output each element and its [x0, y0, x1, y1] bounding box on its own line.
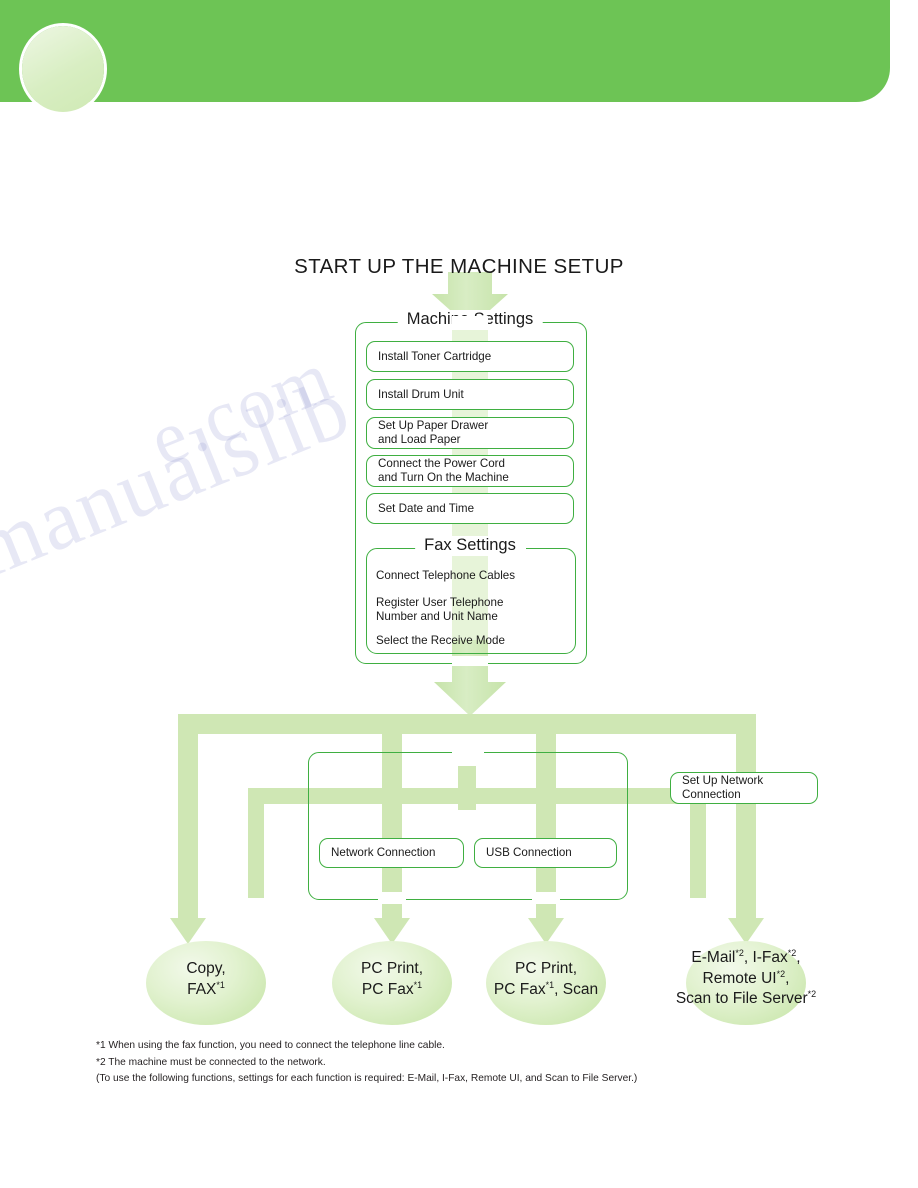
step-label: Connect Telephone Cables	[376, 569, 516, 582]
step-label: USB Connection	[486, 846, 572, 860]
footnote-3: (To use the following functions, setting…	[96, 1073, 638, 1085]
step-box-install-drum-unit[interactable]: Install Drum Unit	[366, 379, 574, 410]
result-label-copy-fax: Copy, FAX*1	[146, 959, 266, 1000]
step-box-set-date-and-time[interactable]: Set Date and Time	[366, 493, 574, 524]
step-label-line1: Connect the Power Cord	[378, 457, 505, 471]
result-line-1: E-Mail*2, I-Fax*2,	[691, 948, 801, 967]
result-line-2: Remote UI*2,	[702, 968, 790, 987]
step-label: Set Date and Time	[378, 501, 475, 515]
step-label-line2: Connection	[682, 788, 741, 801]
result-label-pc-print-pc-fax: PC Print, PC Fax*1	[332, 959, 452, 1000]
connection-frame-bottom-gap-right	[532, 892, 560, 904]
step-label: Select the Receive Mode	[376, 634, 505, 647]
result-line-1: PC Print,	[514, 960, 577, 977]
result-label-email-ifax-remoteui: E-Mail*2, I-Fax*2, Remote UI*2, Scan to …	[656, 948, 836, 1010]
step-box-set-up-network-connection[interactable]: Set Up Network Connection	[670, 772, 818, 804]
step-label-wrap: Set Up Paper Drawer and Load Paper	[378, 419, 488, 446]
step-box-connect-power-cord[interactable]: Connect the Power Cord and Turn On the M…	[366, 455, 574, 487]
result-line-3: Scan to File Server*2	[675, 989, 817, 1008]
step-label-line1: Register User Telephone	[376, 596, 504, 609]
step-register-user-telephone: Register User Telephone Number and Unit …	[376, 596, 503, 624]
fax-settings-legend: Fax Settings	[415, 536, 525, 555]
connection-frame-top-gap	[452, 746, 484, 758]
step-box-usb-connection[interactable]: USB Connection	[474, 838, 617, 868]
footnote-2: *2 The machine must be connected to the …	[96, 1056, 326, 1068]
step-label-wrap: Set Up Network Connection	[682, 774, 763, 801]
step-connect-telephone-cables: Connect Telephone Cables	[376, 569, 515, 583]
step-box-set-up-paper-drawer[interactable]: Set Up Paper Drawer and Load Paper	[366, 417, 574, 449]
connection-group-frame	[308, 752, 628, 900]
footnote-1: *1 When using the fax function, you need…	[96, 1040, 445, 1051]
footnotes: *1 When using the fax function, you need…	[96, 1038, 856, 1088]
step-label-line2: and Load Paper	[378, 433, 461, 446]
setup-flow-diagram: START UP THE MACHINE SETUP Machine Setti…	[0, 0, 918, 1188]
step-label-line2: and Turn On the Machine	[378, 471, 509, 484]
result-line-1: PC Print,	[360, 960, 423, 977]
step-box-network-connection[interactable]: Network Connection	[319, 838, 464, 868]
step-label-wrap: Connect the Power Cord and Turn On the M…	[378, 457, 509, 484]
result-line-1: Copy,	[186, 960, 226, 977]
step-label-line1: Set Up Paper Drawer	[378, 419, 489, 433]
result-line-2: PC Fax*1	[361, 979, 423, 998]
result-line-2: PC Fax*1, Scan	[493, 979, 599, 998]
result-line-2: FAX*1	[187, 979, 225, 998]
step-label: Install Toner Cartridge	[378, 349, 492, 363]
machine-settings-bottom-gap	[452, 656, 488, 666]
step-label-line2: Number and Unit Name	[376, 609, 498, 623]
page-title: START UP THE MACHINE SETUP	[294, 255, 624, 278]
step-box-install-toner-cartridge[interactable]: Install Toner Cartridge	[366, 341, 574, 372]
step-label-line1: Set Up Network	[682, 774, 764, 788]
machine-settings-top-gap	[452, 316, 488, 326]
connection-frame-bottom-gap-left	[378, 892, 406, 904]
result-label-pc-print-pc-fax-scan: PC Print, PC Fax*1, Scan	[466, 959, 626, 1000]
step-label: Network Connection	[331, 846, 436, 860]
step-select-receive-mode: Select the Receive Mode	[376, 634, 505, 648]
step-label: Install Drum Unit	[378, 387, 464, 401]
